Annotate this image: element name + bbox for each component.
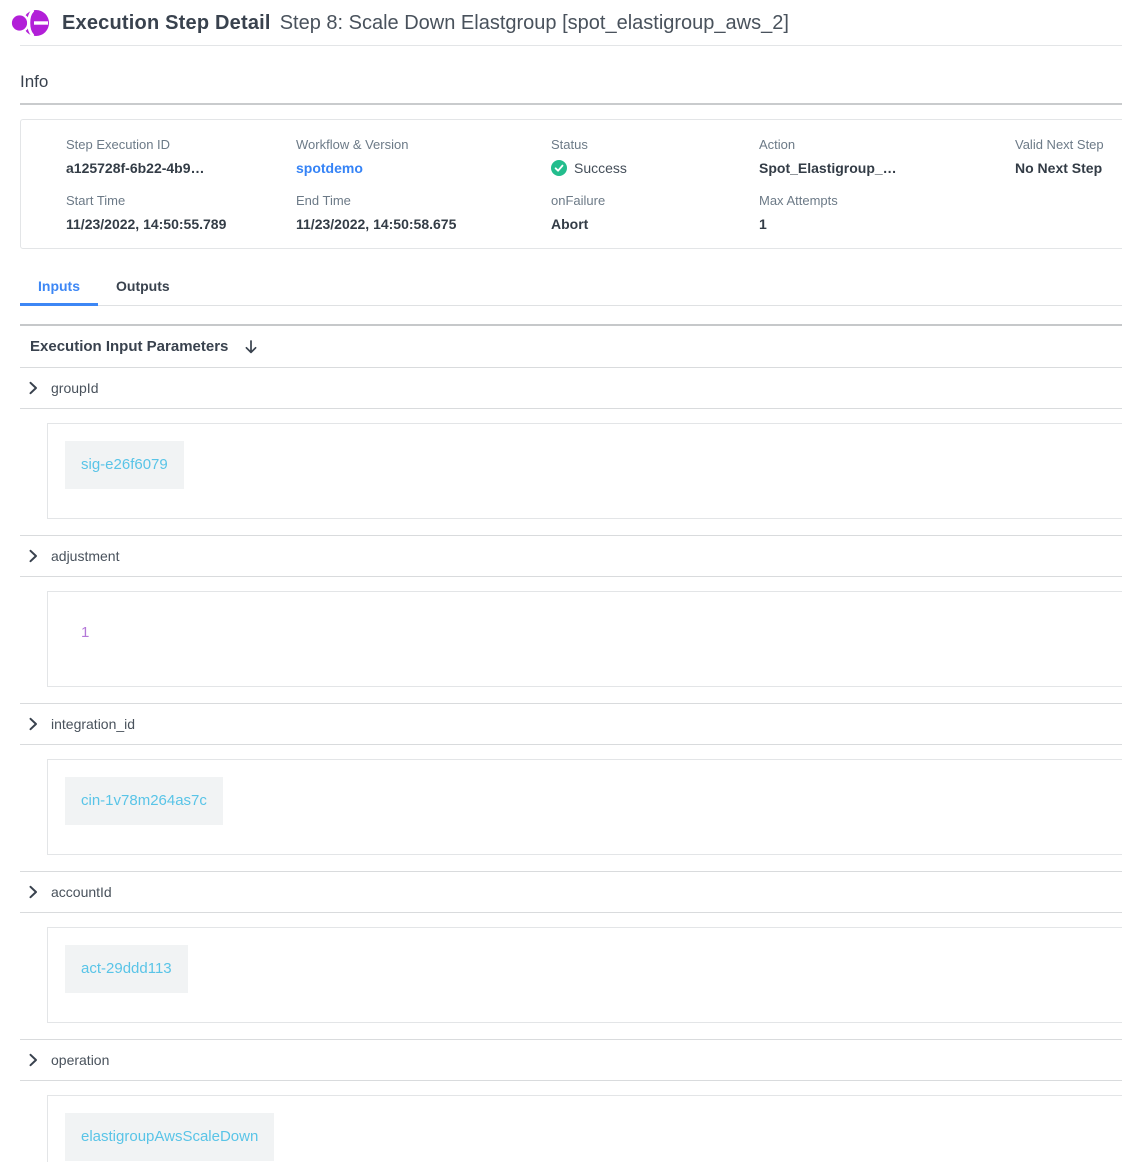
info-field-label: onFailure [551,193,759,208]
parameter-block: operation elastigroupAwsScaleDown [20,1039,1122,1162]
info-field: onFailure Abort [551,193,759,232]
parameter-value-box: sig-e26f6079 [47,423,1122,519]
success-check-icon [551,160,567,176]
info-field-label: Step Execution ID [66,137,296,152]
info-field-text: Abort [551,216,588,232]
info-field-value: Abort [551,216,759,232]
info-field-label: Status [551,137,759,152]
info-field: Workflow & Version spotdemo [296,137,551,176]
info-field-text: 1 [759,216,767,232]
tab-outputs[interactable]: Outputs [98,271,188,306]
info-field-value: a125728f-6b22-4b9… [66,160,296,176]
parameter-expand-row[interactable]: adjustment [20,536,1122,576]
chevron-right-icon [25,716,41,732]
info-field: Valid Next Step No Next Step [1015,137,1122,176]
parameter-body: 1 [20,576,1122,703]
parameter-body: sig-e26f6079 [20,408,1122,535]
parameter-value-box: 1 [47,591,1122,687]
info-field-text: Success [574,160,627,176]
info-field: End Time 11/23/2022, 14:50:58.675 [296,193,551,232]
parameter-body: elastigroupAwsScaleDown [20,1080,1122,1162]
input-parameters-section: Execution Input Parameters groupId sig-e… [20,324,1122,1162]
parameter-name: accountId [51,884,112,900]
collapse-arrow-down-icon[interactable] [242,338,260,356]
parameter-list: groupId sig-e26f6079 adjustment 1 integr… [20,367,1122,1162]
parameter-block: groupId sig-e26f6079 [20,367,1122,535]
info-field-value: No Next Step [1015,160,1122,176]
info-field-text: 11/23/2022, 14:50:55.789 [66,216,226,232]
parameter-value-chip: cin-1v78m264as7c [65,777,223,825]
parameter-value-chip: sig-e26f6079 [65,441,184,489]
info-field: Max Attempts 1 [759,193,1015,232]
info-field: Start Time 11/23/2022, 14:50:55.789 [66,193,296,232]
parameter-value-chip: elastigroupAwsScaleDown [65,1113,274,1161]
info-field-label: Start Time [66,193,296,208]
chevron-right-icon [25,548,41,564]
info-field: Step Execution ID a125728f-6b22-4b9… [66,137,296,176]
parameter-value-box: act-29ddd113 [47,927,1122,1023]
info-section-title: Info [20,72,1122,105]
info-field-text: a125728f-6b22-4b9… [66,160,205,176]
parameter-name: adjustment [51,548,119,564]
parameter-expand-row[interactable]: operation [20,1040,1122,1080]
page-title: Execution Step Detail [62,12,271,35]
parameter-expand-row[interactable]: groupId [20,368,1122,408]
info-field-value: 11/23/2022, 14:50:55.789 [66,216,296,232]
info-card: Step Execution ID a125728f-6b22-4b9… Wor… [20,119,1122,249]
parameter-value-chip: 1 [65,609,105,657]
info-field-text: spotdemo [296,160,363,176]
parameter-expand-row[interactable]: accountId [20,872,1122,912]
chevron-right-icon [25,884,41,900]
parameter-name: integration_id [51,716,135,732]
info-field-label: Workflow & Version [296,137,551,152]
spot-logo-icon [10,5,50,41]
workflow-link[interactable]: spotdemo [296,160,551,176]
info-field-label: End Time [296,193,551,208]
info-field-text: No Next Step [1015,160,1102,176]
info-field-value: 11/23/2022, 14:50:58.675 [296,216,551,232]
parameter-body: cin-1v78m264as7c [20,744,1122,871]
parameter-expand-row[interactable]: integration_id [20,704,1122,744]
parameter-block: accountId act-29ddd113 [20,871,1122,1039]
info-field-value: Success [551,160,759,176]
parameter-block: integration_id cin-1v78m264as7c [20,703,1122,871]
parameter-value-box: cin-1v78m264as7c [47,759,1122,855]
info-field-label: Valid Next Step [1015,137,1122,152]
info-field-value: 1 [759,216,1015,232]
parameter-value-box: elastigroupAwsScaleDown [47,1095,1122,1162]
info-field-text: Spot_Elastigroup_… [759,160,897,176]
page-header: Execution Step Detail Step 8: Scale Down… [0,0,1122,46]
info-field: Status Success [551,137,759,176]
parameter-body: act-29ddd113 [20,912,1122,1039]
tab-inputs[interactable]: Inputs [20,271,98,306]
parameters-title: Execution Input Parameters [30,338,228,355]
parameter-block: adjustment 1 [20,535,1122,703]
page-subtitle: Step 8: Scale Down Elastgroup [spot_elas… [280,12,789,35]
info-field: Action Spot_Elastigroup_… [759,137,1015,176]
chevron-right-icon [25,1052,41,1068]
parameter-name: operation [51,1052,109,1068]
parameter-value-chip: act-29ddd113 [65,945,188,993]
info-field-label: Max Attempts [759,193,1015,208]
chevron-right-icon [25,380,41,396]
info-field-text: 11/23/2022, 14:50:58.675 [296,216,456,232]
info-field-label: Action [759,137,1015,152]
parameters-header-row: Execution Input Parameters [20,326,1122,367]
tab-bar: Inputs Outputs [20,271,1122,306]
parameter-name: groupId [51,380,98,396]
info-field-value: Spot_Elastigroup_… [759,160,1015,176]
